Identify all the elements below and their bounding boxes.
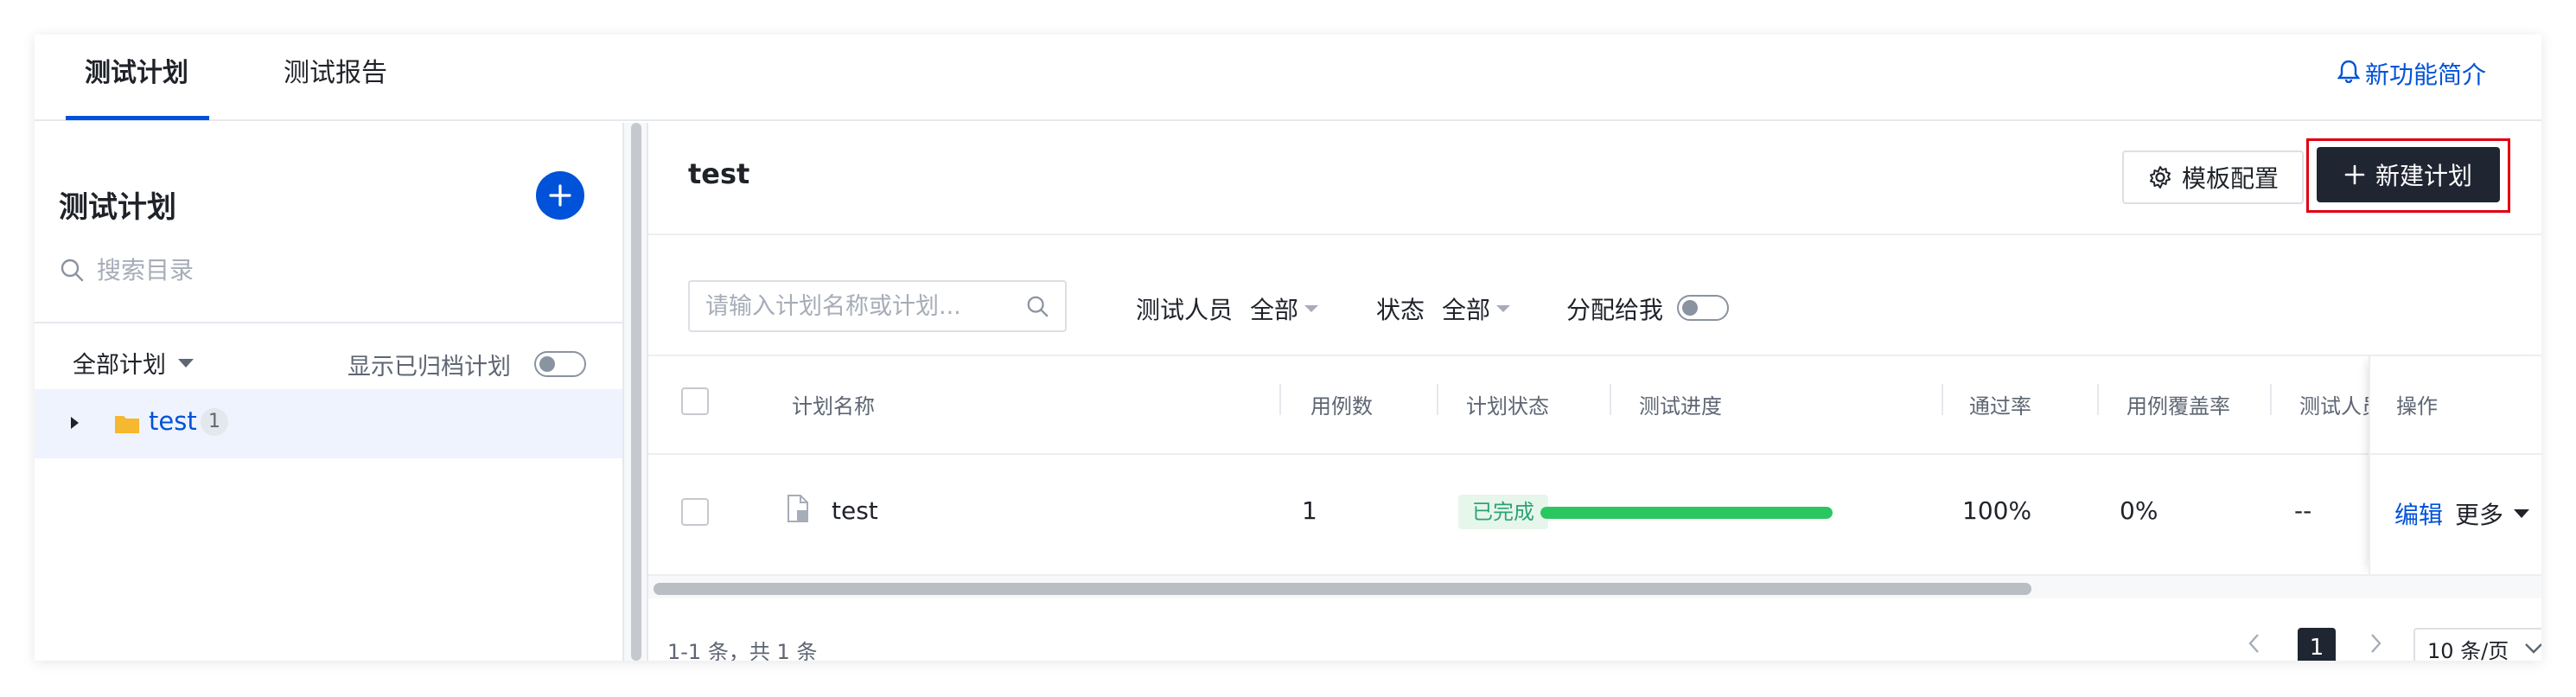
more-actions-dropdown[interactable]: 更多	[2455, 496, 2531, 531]
add-directory-button[interactable]	[536, 171, 584, 220]
row-tester: --	[2294, 496, 2312, 525]
caret-down-icon	[2514, 509, 2530, 518]
column-divider	[2270, 384, 2272, 415]
divider	[648, 233, 2541, 235]
page-size-value: 10 条/页	[2427, 638, 2509, 662]
divider	[648, 453, 2369, 455]
plan-list-panel: test 模板配置 新建计划 测试人员 全部 状态 全部	[648, 123, 2541, 661]
plan-filter-label: 全部计划	[73, 352, 166, 379]
panel-splitter[interactable]	[622, 123, 648, 661]
caret-down-icon	[178, 358, 194, 368]
assigned-to-me-filter: 分配给我	[1566, 291, 1663, 326]
directory-search-input[interactable]	[97, 255, 529, 285]
column-divider	[2097, 384, 2099, 415]
page-title: test	[688, 157, 750, 190]
test-progress-bar	[1540, 507, 1833, 519]
new-features-label: 新功能简介	[2364, 61, 2486, 89]
show-archived-toggle[interactable]	[534, 351, 586, 377]
show-archived-label: 显示已归档计划	[348, 354, 511, 380]
search-icon[interactable]	[1025, 294, 1049, 318]
status-badge: 已完成	[1458, 495, 1548, 529]
row-checkbox[interactable]	[681, 498, 709, 526]
assigned-to-me-label: 分配给我	[1566, 296, 1664, 324]
column-header-progress[interactable]: 测试进度	[1639, 389, 1722, 419]
column-header-actions: 操作	[2396, 394, 2438, 419]
template-config-button[interactable]: 模板配置	[2122, 150, 2304, 204]
tester-filter: 测试人员 全部	[1136, 291, 1319, 326]
plan-file-icon	[787, 495, 809, 526]
tester-filter-value: 全部	[1250, 296, 1299, 324]
chevron-left-icon[interactable]	[2248, 631, 2261, 661]
caret-down-icon	[1304, 305, 1319, 312]
tester-filter-label: 测试人员	[1136, 296, 1234, 324]
assigned-to-me-toggle[interactable]	[1677, 295, 1729, 321]
row-case-count: 1	[1302, 496, 1317, 525]
search-icon	[61, 259, 84, 282]
column-header-name[interactable]: 计划名称	[792, 389, 875, 419]
status-filter-select[interactable]: 全部	[1442, 291, 1511, 326]
active-tab-indicator	[66, 116, 209, 120]
toggle-knob	[539, 356, 555, 372]
template-config-label: 模板配置	[2181, 164, 2279, 193]
chevron-down-icon	[2525, 643, 2541, 654]
edit-link[interactable]: 编辑	[2394, 496, 2443, 531]
column-divider	[1437, 384, 1438, 415]
column-header-coverage[interactable]: 用例覆盖率	[2126, 389, 2230, 419]
splitter-handle[interactable]	[631, 123, 641, 661]
progress-fill	[1540, 507, 1833, 519]
divider	[2370, 453, 2541, 455]
status-filter-label: 状态	[1376, 296, 1425, 324]
tree-item-test[interactable]: test 1	[35, 389, 622, 458]
tester-filter-select[interactable]: 全部	[1250, 291, 1319, 326]
tab-test-plan[interactable]: 测试计划	[85, 35, 188, 121]
tree-item-count: 1	[201, 408, 228, 436]
chevron-right-icon[interactable]	[2369, 631, 2382, 661]
row-pass-rate: 100%	[1962, 496, 2032, 525]
plus-icon	[2344, 164, 2365, 185]
tab-test-report[interactable]: 测试报告	[284, 35, 387, 121]
status-filter-value: 全部	[1442, 296, 1491, 324]
plus-icon	[549, 184, 571, 207]
status-filter: 状态 全部	[1376, 291, 1511, 326]
select-all-checkbox[interactable]	[681, 387, 709, 415]
folder-icon	[114, 413, 140, 438]
column-header-pass-rate[interactable]: 通过率	[1969, 389, 2031, 419]
column-divider	[1610, 384, 1611, 415]
new-features-link[interactable]: 新功能简介	[2337, 56, 2486, 91]
sidebar-title: 测试计划	[59, 190, 176, 225]
bell-icon	[2337, 59, 2361, 89]
app-window: 测试计划 测试报告 新功能简介 测试计划 全部计划 显示已归档计划	[35, 35, 2541, 661]
pagination-total: 1-1 条，共 1 条	[667, 640, 818, 661]
tree-item-label: test	[149, 406, 197, 436]
new-plan-button[interactable]: 新建计划	[2317, 147, 2500, 202]
new-plan-label: 新建计划	[2375, 162, 2472, 190]
page-size-select[interactable]: 10 条/页	[2413, 628, 2541, 661]
toggle-knob	[1682, 300, 1698, 316]
actions-column: 操作 编辑 更多	[2369, 356, 2541, 574]
plan-search	[688, 280, 1067, 332]
row-plan-name[interactable]: test	[832, 496, 878, 525]
row-coverage: 0%	[2120, 496, 2158, 525]
column-divider	[1279, 384, 1281, 415]
caret-right-icon[interactable]	[69, 413, 81, 436]
column-header-case-count[interactable]: 用例数	[1310, 389, 1373, 419]
horizontal-scrollbar[interactable]	[648, 574, 2541, 598]
gear-icon	[2149, 166, 2171, 189]
column-divider	[1942, 384, 1943, 415]
divider	[648, 355, 2541, 356]
caret-down-icon	[1496, 305, 1511, 312]
column-header-status[interactable]: 计划状态	[1466, 389, 1549, 419]
divider	[35, 322, 622, 323]
directory-search	[59, 251, 577, 289]
top-tab-bar: 测试计划 测试报告 新功能简介	[35, 35, 2541, 121]
more-actions-label: 更多	[2455, 501, 2504, 529]
scrollbar-thumb[interactable]	[654, 583, 2031, 595]
plan-search-input[interactable]	[705, 292, 1025, 320]
plan-directory-panel: 测试计划 全部计划 显示已归档计划 test 1	[35, 123, 622, 661]
plan-filter-dropdown[interactable]: 全部计划	[73, 346, 195, 380]
pagination-current-page[interactable]: 1	[2298, 628, 2336, 661]
